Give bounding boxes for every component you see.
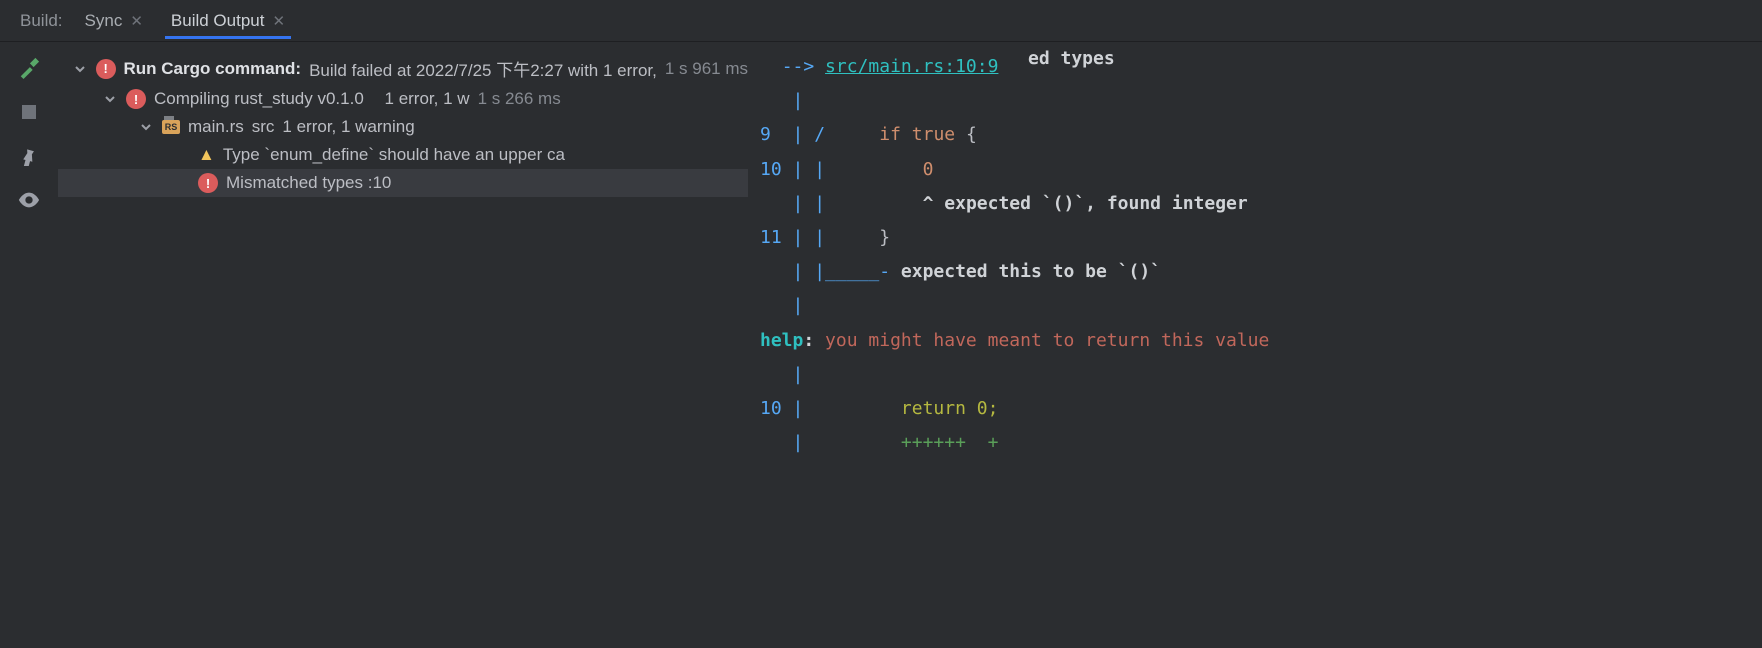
tree-root-row[interactable]: ! Run Cargo command: Build failed at 202… [58, 52, 748, 85]
main: ! Run Cargo command: Build failed at 202… [0, 42, 1762, 648]
tree-compiling-row[interactable]: ! Compiling rust_study v0.1.0 1 error, 1… [58, 85, 748, 113]
compiling-summary: 1 error, 1 w [385, 89, 470, 109]
chevron-down-icon[interactable] [138, 119, 154, 135]
error-message: expected `()`, found integer [944, 193, 1247, 214]
eye-icon[interactable] [17, 188, 41, 212]
tool-strip [0, 42, 58, 648]
workarea: ! Run Cargo command: Build failed at 202… [58, 42, 1762, 648]
root-status: Build failed at 2022/7/25 下午2:27 with 1 … [309, 56, 657, 81]
error-icon: ! [96, 59, 116, 79]
error-text: Mismatched types :10 [226, 173, 391, 193]
tree-warning-row[interactable]: ▲ Type `enum_define` should have an uppe… [58, 141, 748, 169]
file-path: src [252, 117, 275, 137]
line-number: 11 [760, 227, 782, 248]
error-icon: ! [198, 173, 218, 193]
fragment-header: ed types [1028, 42, 1115, 76]
compiling-duration: 1 s 266 ms [478, 89, 561, 109]
file-name: main.rs [188, 117, 244, 137]
chevron-down-icon[interactable] [72, 61, 88, 77]
warning-icon: ▲ [198, 145, 215, 165]
line-number: 9 [760, 124, 771, 145]
note-message: expected this to be `()` [901, 261, 1161, 282]
tab-build-output[interactable]: Build Output ✕ [165, 3, 291, 39]
source-link[interactable]: src/main.rs:10:9 [825, 56, 998, 77]
chevron-down-icon[interactable] [102, 91, 118, 107]
help-label: help [760, 330, 803, 351]
tree-error-row[interactable]: ! Mismatched types :10 [58, 169, 748, 197]
tab-sync[interactable]: Sync ✕ [79, 3, 149, 39]
compiling-label: Compiling rust_study v0.1.0 [154, 89, 364, 109]
tree-file-row[interactable]: RS main.rs src 1 error, 1 warning [58, 113, 748, 141]
error-icon: ! [126, 89, 146, 109]
warning-text: Type `enum_define` should have an upper … [223, 145, 565, 165]
file-summary: 1 error, 1 warning [282, 117, 414, 137]
output-pane: ed types --> src/main.rs:10:9 | 9 | / if… [748, 42, 1762, 648]
tab-label: Build Output [171, 11, 265, 31]
root-duration: 1 s 961 ms [665, 59, 748, 79]
line-number: 10 [760, 159, 782, 180]
root-title: Run Cargo command: [124, 59, 302, 79]
rust-file-icon: RS [162, 120, 180, 134]
compiler-output: --> src/main.rs:10:9 | 9 | / if true { 1… [760, 50, 1762, 460]
stop-icon[interactable] [17, 100, 41, 124]
tabbar-label: Build: [20, 11, 63, 31]
hammer-icon[interactable] [17, 56, 41, 80]
build-tree: ! Run Cargo command: Build failed at 202… [58, 42, 748, 648]
help-message: you might have meant to return this valu… [825, 330, 1269, 351]
pin-icon[interactable] [17, 144, 41, 168]
close-icon[interactable]: ✕ [272, 12, 285, 30]
tabbar: Build: Sync ✕ Build Output ✕ [0, 0, 1762, 42]
close-icon[interactable]: ✕ [130, 12, 143, 30]
line-number: 10 [760, 398, 782, 419]
tab-label: Sync [85, 11, 123, 31]
arrow-icon: --> [782, 56, 815, 77]
